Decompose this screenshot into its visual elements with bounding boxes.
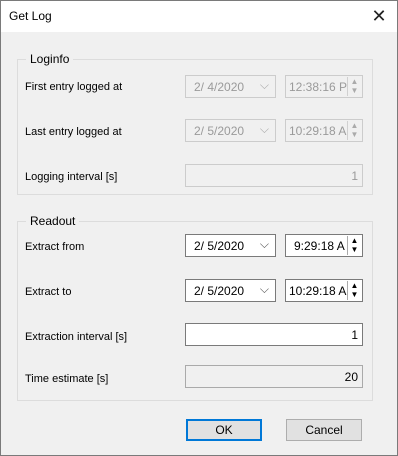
extract-from-date-value: 2/ 5/2020 xyxy=(194,239,245,253)
extract-to-label: Extract to xyxy=(25,286,72,298)
spin-arrows-icon: ▲ ▼ xyxy=(347,121,361,140)
window-title: Get Log xyxy=(9,9,52,23)
first-entry-label: First entry logged at xyxy=(25,81,123,93)
extract-from-time-value: 9:29:18 A xyxy=(294,239,345,253)
time-estimate-field: 20 xyxy=(185,365,363,388)
chevron-down-icon: ⌵ xyxy=(259,122,269,136)
cancel-button[interactable]: Cancel xyxy=(286,419,362,441)
first-entry-time: 12:38:16 P ▲ ▼ xyxy=(285,75,363,98)
readout-legend: Readout xyxy=(26,214,80,228)
extract-from-date[interactable]: 2/ 5/2020 ⌵ xyxy=(185,234,276,257)
extraction-interval-label: Extraction interval [s] xyxy=(25,331,128,343)
last-entry-date: 2/ 5/2020 ⌵ xyxy=(185,119,276,142)
first-entry-date: 2/ 4/2020 ⌵ xyxy=(185,75,276,98)
extract-to-date-value: 2/ 5/2020 xyxy=(194,284,245,298)
close-button[interactable]: ✕ xyxy=(361,1,397,32)
loginfo-legend: Loginfo xyxy=(26,52,74,66)
extract-to-time-value: 10:29:18 A xyxy=(289,284,347,298)
close-icon: ✕ xyxy=(371,6,387,26)
chevron-down-icon[interactable]: ⌵ xyxy=(260,282,269,297)
last-entry-label: Last entry logged at xyxy=(25,126,122,138)
logging-interval-field: 1 xyxy=(185,164,363,187)
logging-interval-label: Logging interval [s] xyxy=(25,171,118,183)
first-entry-date-value: 2/ 4/2020 xyxy=(194,80,245,94)
extract-to-date[interactable]: 2/ 5/2020 ⌵ xyxy=(185,279,276,302)
title-bar: Get Log ✕ xyxy=(1,1,397,32)
last-entry-date-value: 2/ 5/2020 xyxy=(194,124,245,138)
time-estimate-label: Time estimate [s] xyxy=(25,373,109,385)
spin-arrows-icon[interactable]: ▲ ▼ xyxy=(347,236,361,255)
get-log-dialog: Get Log ✕ Loginfo First entry logged at … xyxy=(0,0,398,456)
last-entry-time-value: 10:29:18 A xyxy=(289,124,347,138)
extraction-interval-input[interactable]: 1 xyxy=(185,323,363,346)
time-estimate-value: 20 xyxy=(344,370,358,384)
extract-from-label: Extract from xyxy=(25,241,85,253)
chevron-down-icon: ⌵ xyxy=(259,78,269,92)
extraction-interval-value: 1 xyxy=(351,328,358,342)
extract-to-time[interactable]: 10:29:18 A ▲ ▼ xyxy=(285,279,363,302)
spin-arrows-icon: ▲ ▼ xyxy=(347,77,361,96)
extract-from-time[interactable]: 9:29:18 A ▲ ▼ xyxy=(285,234,363,257)
chevron-down-icon[interactable]: ⌵ xyxy=(260,237,269,252)
first-entry-time-value: 12:38:16 P xyxy=(289,80,348,94)
ok-button[interactable]: OK xyxy=(186,419,262,441)
last-entry-time: 10:29:18 A ▲ ▼ xyxy=(285,119,363,142)
spin-arrows-icon[interactable]: ▲ ▼ xyxy=(347,281,361,300)
logging-interval-value: 1 xyxy=(351,169,358,183)
